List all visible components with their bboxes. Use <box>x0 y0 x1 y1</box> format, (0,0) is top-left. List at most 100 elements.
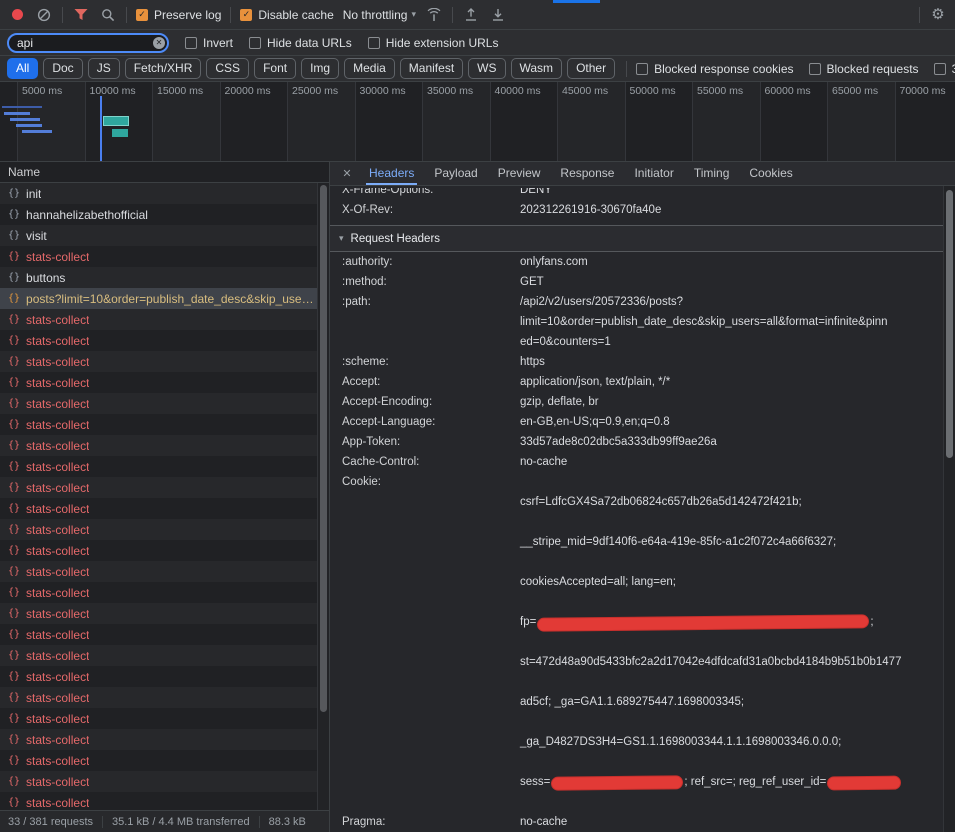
clear-button[interactable] <box>35 6 53 24</box>
preserve-log-checkbox[interactable]: ✓ Preserve log <box>136 8 221 22</box>
header-row: :method: GET <box>330 272 943 292</box>
type-filter-chip[interactable]: Manifest <box>400 58 463 79</box>
cookie-line: cookiesAccepted=all; lang=en; <box>520 572 937 592</box>
request-name: stats-collect <box>26 376 89 390</box>
import-har-button[interactable] <box>462 6 480 24</box>
type-filter-chip[interactable]: Img <box>301 58 339 79</box>
request-row[interactable]: {} stats-collect <box>0 729 317 750</box>
request-row[interactable]: {} stats-collect <box>0 309 317 330</box>
request-name: stats-collect <box>26 607 89 621</box>
header-value: en-GB,en-US;q=0.9,en;q=0.8 <box>520 412 943 432</box>
request-row[interactable]: {} stats-collect <box>0 540 317 561</box>
request-row[interactable]: {} stats-collect <box>0 435 317 456</box>
scrollbar-thumb[interactable] <box>320 185 327 712</box>
hide-extension-urls-checkbox[interactable]: Hide extension URLs <box>368 36 499 50</box>
type-filter-chip[interactable]: Wasm <box>511 58 563 79</box>
overview-time-column: 5000 ms <box>17 82 85 161</box>
blocked-requests-checkbox[interactable]: Blocked requests <box>809 62 919 76</box>
clear-filter-icon[interactable]: ✕ <box>153 37 165 49</box>
type-filter-chip[interactable]: Font <box>254 58 296 79</box>
invert-checkbox[interactable]: Invert <box>185 36 233 50</box>
request-row[interactable]: {} stats-collect <box>0 393 317 414</box>
settings-button[interactable]: ⚙ <box>929 6 947 24</box>
search-icon <box>101 8 115 22</box>
request-headers-section-header[interactable]: ▾ Request Headers <box>330 225 943 252</box>
request-row[interactable]: {} stats-collect <box>0 246 317 267</box>
chip-label: Doc <box>52 61 73 75</box>
details-scrollbar[interactable] <box>943 186 955 832</box>
overview-bar <box>2 106 42 108</box>
json-braces-icon: {} <box>8 545 20 556</box>
scrollbar-thumb[interactable] <box>946 190 953 458</box>
toolbar-divider <box>126 7 127 23</box>
network-conditions-button[interactable] <box>425 6 443 24</box>
time-tick-label: 35000 ms <box>427 85 473 97</box>
toolbar-divider <box>452 7 453 23</box>
type-filter-chip[interactable]: JS <box>88 58 120 79</box>
request-row[interactable]: {} stats-collect <box>0 351 317 372</box>
type-filter-chip[interactable]: Other <box>567 58 615 79</box>
details-tab[interactable]: Cookies <box>739 162 802 185</box>
json-braces-icon: {} <box>8 503 20 514</box>
request-row[interactable]: {} stats-collect <box>0 792 317 810</box>
network-summary-bar: 33 / 381 requests 35.1 kB / 4.4 MB trans… <box>0 810 329 832</box>
details-tab[interactable]: Payload <box>424 162 487 185</box>
request-row[interactable]: {} stats-collect <box>0 414 317 435</box>
tab-label: Timing <box>694 166 730 180</box>
request-row[interactable]: {} posts?limit=10&order=publish_date_des… <box>0 288 317 309</box>
request-row[interactable]: {} stats-collect <box>0 456 317 477</box>
requests-scrollbar[interactable] <box>317 183 329 810</box>
third-party-requests-checkbox[interactable]: 3rd-party requests <box>934 62 955 76</box>
request-row[interactable]: {} stats-collect <box>0 519 317 540</box>
request-row[interactable]: {} visit <box>0 225 317 246</box>
details-tab[interactable]: Headers <box>359 162 424 185</box>
close-details-button[interactable]: ✕ <box>336 167 358 180</box>
details-tab[interactable]: Response <box>550 162 624 185</box>
type-filter-chip[interactable]: CSS <box>206 58 249 79</box>
export-har-button[interactable] <box>489 6 507 24</box>
header-row: App-Token: 33d57ade8c02dbc5a333db99ff9ae… <box>330 432 943 452</box>
tab-label: Cookies <box>749 166 792 180</box>
cookie-line: st=472d48a90d5433bfc2a2d17042e4dfdcafd31… <box>520 652 937 672</box>
request-row[interactable]: {} stats-collect <box>0 498 317 519</box>
request-row[interactable]: {} init <box>0 183 317 204</box>
request-name: stats-collect <box>26 313 89 327</box>
network-toolbar: ✓ Preserve log ✓ Disable cache No thrott… <box>0 0 955 30</box>
type-filter-chip[interactable]: Media <box>344 58 395 79</box>
type-filter-chip[interactable]: Doc <box>43 58 82 79</box>
request-row[interactable]: {} stats-collect <box>0 708 317 729</box>
throttling-dropdown[interactable]: No throttling ▾ <box>343 8 416 22</box>
details-tab[interactable]: Timing <box>684 162 740 185</box>
name-column-header[interactable]: Name <box>0 162 329 183</box>
record-button[interactable] <box>8 6 26 24</box>
request-row[interactable]: {} stats-collect <box>0 771 317 792</box>
type-filter-chip[interactable]: WS <box>468 58 505 79</box>
details-tab[interactable]: Initiator <box>624 162 683 185</box>
header-name: :scheme: <box>330 352 520 372</box>
type-filter-chip[interactable]: Fetch/XHR <box>125 58 202 79</box>
request-row[interactable]: {} stats-collect <box>0 645 317 666</box>
filter-toggle-button[interactable] <box>72 6 90 24</box>
disable-cache-checkbox[interactable]: ✓ Disable cache <box>240 8 333 22</box>
request-row[interactable]: {} stats-collect <box>0 330 317 351</box>
request-row[interactable]: {} stats-collect <box>0 582 317 603</box>
request-row[interactable]: {} stats-collect <box>0 372 317 393</box>
details-tab[interactable]: Preview <box>488 162 551 185</box>
hide-data-urls-checkbox[interactable]: Hide data URLs <box>249 36 352 50</box>
redaction-scribble <box>538 615 868 630</box>
network-overview-timeline[interactable]: 5000 ms 10000 ms 15000 ms 20000 ms 25000… <box>0 82 955 162</box>
request-row[interactable]: {} buttons <box>0 267 317 288</box>
request-row[interactable]: {} stats-collect <box>0 561 317 582</box>
type-filter-chip[interactable]: All <box>7 58 38 79</box>
request-row[interactable]: {} stats-collect <box>0 603 317 624</box>
request-row[interactable]: {} stats-collect <box>0 687 317 708</box>
request-row[interactable]: {} stats-collect <box>0 750 317 771</box>
filter-input[interactable] <box>7 33 169 53</box>
blocked-response-cookies-checkbox[interactable]: Blocked response cookies <box>636 62 793 76</box>
request-row[interactable]: {} stats-collect <box>0 666 317 687</box>
request-row[interactable]: {} stats-collect <box>0 624 317 645</box>
search-button[interactable] <box>99 6 117 24</box>
request-row[interactable]: {} stats-collect <box>0 477 317 498</box>
header-value: https <box>520 352 943 372</box>
request-row[interactable]: {} hannahelizabethofficial <box>0 204 317 225</box>
